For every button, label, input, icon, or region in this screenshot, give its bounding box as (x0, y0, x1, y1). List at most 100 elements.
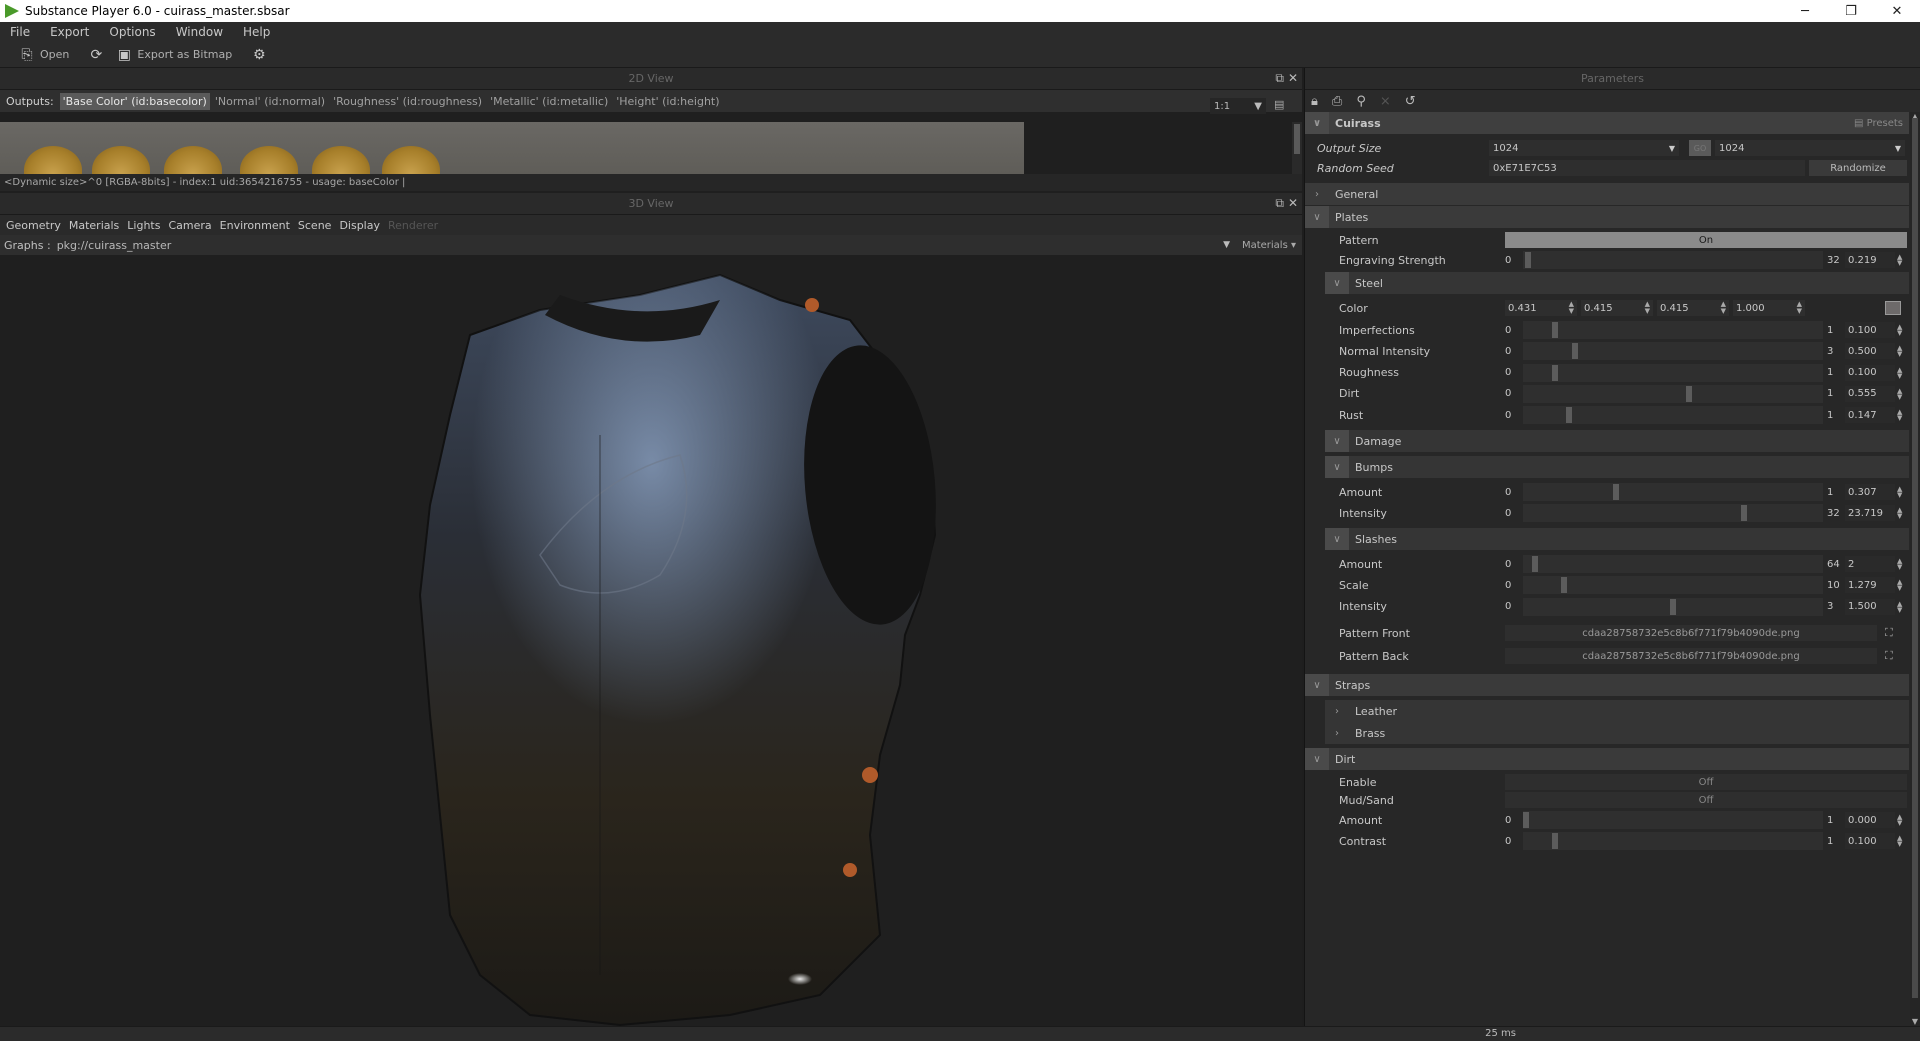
undock-icon[interactable]: ⧉ (1275, 196, 1284, 211)
output-tab-normal[interactable]: 'Normal' (id:normal) (212, 93, 328, 110)
section-plates[interactable]: ∨ Plates (1305, 206, 1909, 228)
section-bumps[interactable]: ∨ Bumps (1325, 456, 1909, 478)
output-size-height-select[interactable]: 1024 ▼ (1715, 140, 1905, 156)
2d-view-scrollbar[interactable] (1292, 122, 1302, 174)
color-r-input[interactable]: 0.431 ▲ ▼ (1505, 300, 1577, 316)
output-tab-height[interactable]: 'Height' (id:height) (613, 93, 722, 110)
spinner-icon[interactable]: ▲ ▼ (1897, 387, 1902, 400)
param-value[interactable]: 0.500 (1845, 343, 1895, 360)
param-slider[interactable] (1523, 597, 1823, 616)
slider-knob[interactable] (1532, 556, 1538, 572)
pattern-back-file[interactable]: cdaa28758732e5c8b6f771f79b4090de.png (1505, 648, 1877, 664)
minimize-button[interactable]: ─ (1782, 0, 1828, 22)
spinner-icon[interactable]: ▲ ▼ (1897, 579, 1902, 592)
link-size-button[interactable]: GO (1689, 140, 1711, 156)
slider-knob[interactable] (1552, 833, 1558, 849)
close-panel-icon[interactable]: ✕ (1288, 196, 1298, 211)
output-tab-roughness[interactable]: 'Roughness' (id:roughness) (330, 93, 485, 110)
param-value[interactable]: 0.147 (1845, 407, 1895, 424)
presets-button[interactable]: ▤ Presets (1854, 118, 1903, 129)
menu-lights[interactable]: Lights (123, 219, 164, 232)
spinner-icon[interactable]: ▲ ▼ (1897, 814, 1902, 827)
menu-geometry[interactable]: Geometry (2, 219, 65, 232)
image-picker-icon[interactable]: ⛶ (1885, 649, 1893, 663)
mud-sand-toggle[interactable]: Off (1505, 792, 1907, 808)
spinner-icon[interactable]: ▲ ▼ (1897, 835, 1902, 848)
menu-display[interactable]: Display (335, 219, 384, 232)
filter-icon[interactable]: ⚲ (1356, 94, 1366, 109)
texture-preview[interactable] (0, 122, 1024, 174)
section-damage[interactable]: ∨ Damage (1325, 430, 1909, 452)
reload-button[interactable]: ⟳ (87, 47, 109, 63)
param-slider[interactable] (1523, 384, 1823, 403)
param-value[interactable]: 0.555 (1845, 385, 1895, 402)
param-slider[interactable] (1523, 321, 1823, 339)
param-value[interactable]: 23.719 (1845, 505, 1895, 522)
randomize-button[interactable]: Randomize (1809, 160, 1907, 176)
menu-export[interactable]: Export (40, 25, 99, 39)
slider-knob[interactable] (1572, 343, 1578, 360)
param-slider[interactable] (1523, 483, 1823, 501)
param-slider[interactable] (1523, 832, 1823, 850)
pattern-front-file[interactable]: cdaa28758732e5c8b6f771f79b4090de.png (1505, 625, 1877, 641)
color-g-input[interactable]: 0.415 ▲ ▼ (1581, 300, 1653, 316)
slider-knob[interactable] (1741, 505, 1747, 522)
export-bitmap-button[interactable]: ▣ Export as Bitmap (115, 47, 232, 63)
param-slider[interactable] (1523, 406, 1823, 425)
engraving-strength-slider[interactable] (1523, 251, 1823, 269)
reset-icon[interactable]: ↺ (1405, 94, 1416, 109)
output-tab-basecolor[interactable]: 'Base Color' (id:basecolor) (59, 92, 210, 110)
3d-viewport[interactable] (0, 255, 1302, 1026)
menu-file[interactable]: File (0, 25, 40, 39)
color-swatch[interactable] (1885, 301, 1901, 315)
slider-knob[interactable] (1670, 598, 1676, 615)
close-panel-icon[interactable]: ✕ (1288, 71, 1298, 86)
param-value[interactable]: 0.100 (1845, 833, 1895, 849)
maximize-button[interactable]: ❐ (1828, 0, 1874, 22)
section-slashes[interactable]: ∨ Slashes (1325, 528, 1909, 550)
param-value[interactable]: 0.100 (1845, 364, 1895, 381)
param-slider[interactable] (1523, 363, 1823, 382)
section-cuirass[interactable]: ∨ Cuirass ▤ Presets (1305, 112, 1909, 134)
parameters-scrollbar[interactable]: ▲ ▼ (1910, 112, 1920, 1026)
param-slider[interactable] (1523, 576, 1823, 595)
random-seed-input[interactable]: 0xE71E7C53 (1489, 160, 1805, 176)
slider-knob[interactable] (1613, 484, 1619, 500)
section-dirt[interactable]: ∨ Dirt (1305, 748, 1909, 770)
menu-scene[interactable]: Scene (294, 219, 336, 232)
spinner-icon[interactable]: ▲ ▼ (1897, 558, 1902, 571)
menu-options[interactable]: Options (99, 25, 165, 39)
spinner-icon[interactable]: ▲ ▼ (1897, 486, 1902, 499)
spinner-icon[interactable]: ▲ ▼ (1897, 254, 1902, 267)
param-value[interactable]: 1.279 (1845, 577, 1895, 594)
section-general[interactable]: › General (1305, 183, 1909, 205)
engraving-strength-value[interactable]: 0.219 (1845, 252, 1895, 268)
section-leather[interactable]: › Leather (1325, 700, 1909, 722)
slider-knob[interactable] (1523, 812, 1529, 828)
slider-knob[interactable] (1566, 407, 1572, 424)
image-picker-icon[interactable]: ⛶ (1885, 626, 1893, 640)
color-a-input[interactable]: 1.000 ▲ ▼ (1733, 300, 1805, 316)
spinner-icon[interactable]: ▲ ▼ (1897, 600, 1902, 613)
color-b-input[interactable]: 0.415 ▲ ▼ (1657, 300, 1729, 316)
close-button[interactable]: ✕ (1874, 0, 1920, 22)
param-slider[interactable] (1523, 555, 1823, 573)
menu-materials[interactable]: Materials (65, 219, 123, 232)
spinner-icon[interactable]: ▲ ▼ (1897, 507, 1902, 520)
param-value[interactable]: 0.000 (1845, 812, 1895, 828)
spinner-icon[interactable]: ▲ ▼ (1897, 366, 1902, 379)
menu-camera[interactable]: Camera (164, 219, 215, 232)
param-value[interactable]: 0.100 (1845, 322, 1895, 338)
param-value[interactable]: 1.500 (1845, 598, 1895, 615)
menu-help[interactable]: Help (233, 25, 280, 39)
settings-button[interactable]: ⚙ (250, 47, 272, 63)
slider-knob[interactable] (1561, 577, 1567, 594)
param-value[interactable]: 2 (1845, 556, 1895, 572)
slider-knob[interactable] (1686, 385, 1692, 402)
param-value[interactable]: 0.307 (1845, 484, 1895, 500)
pattern-toggle[interactable]: On (1505, 232, 1907, 248)
output-tab-metallic[interactable]: 'Metallic' (id:metallic) (487, 93, 611, 110)
undock-icon[interactable]: ⧉ (1275, 71, 1284, 86)
zoom-select[interactable]: 1:1 ▼ (1210, 98, 1266, 114)
chevron-down-icon[interactable]: ▼ (1223, 240, 1230, 250)
